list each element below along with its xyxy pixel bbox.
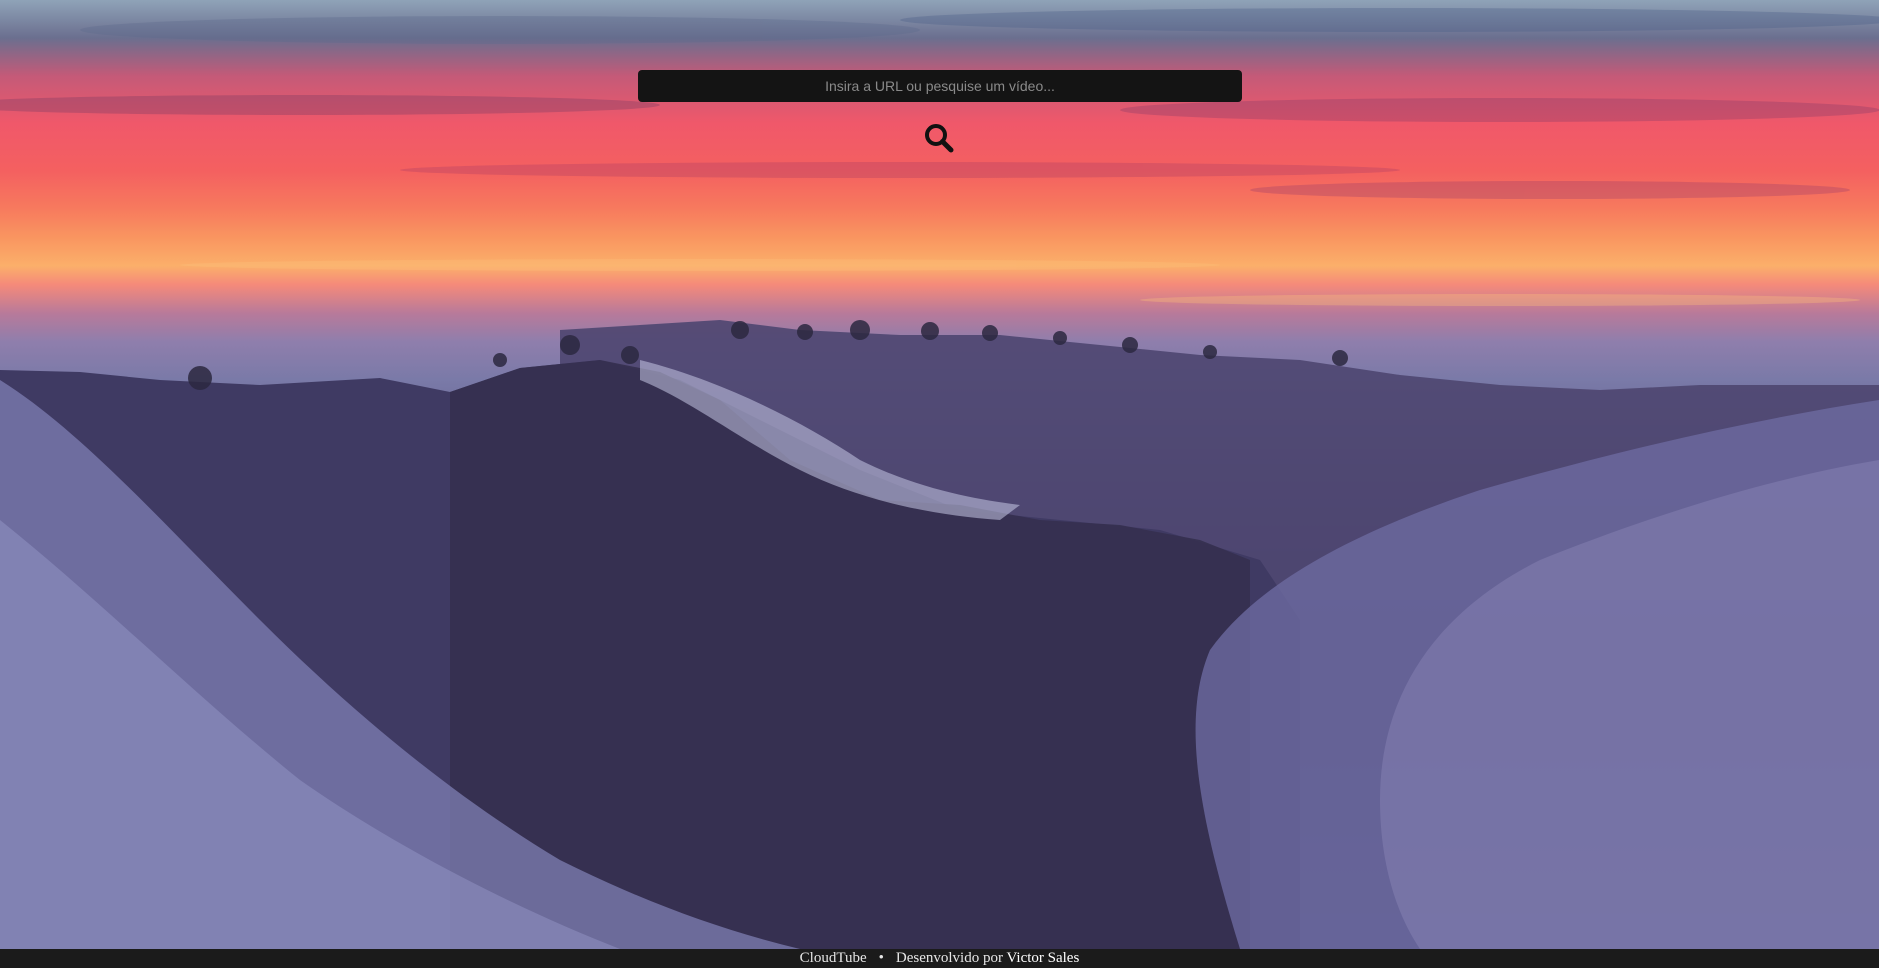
footer-credit-prefix: Desenvolvido por	[895, 950, 1003, 966]
footer-brand: CloudTube	[799, 950, 867, 966]
search-input[interactable]	[638, 70, 1242, 102]
footer-separator: •	[878, 950, 884, 966]
search-button[interactable]	[922, 121, 956, 155]
search-icon	[925, 124, 954, 153]
page: CloudTube • Desenvolvido por Victor Sales	[0, 0, 1879, 968]
search-bar	[638, 70, 1242, 102]
footer-author-link[interactable]: Victor Sales	[1006, 950, 1079, 966]
footer: CloudTube • Desenvolvido por Victor Sales	[0, 949, 1879, 968]
